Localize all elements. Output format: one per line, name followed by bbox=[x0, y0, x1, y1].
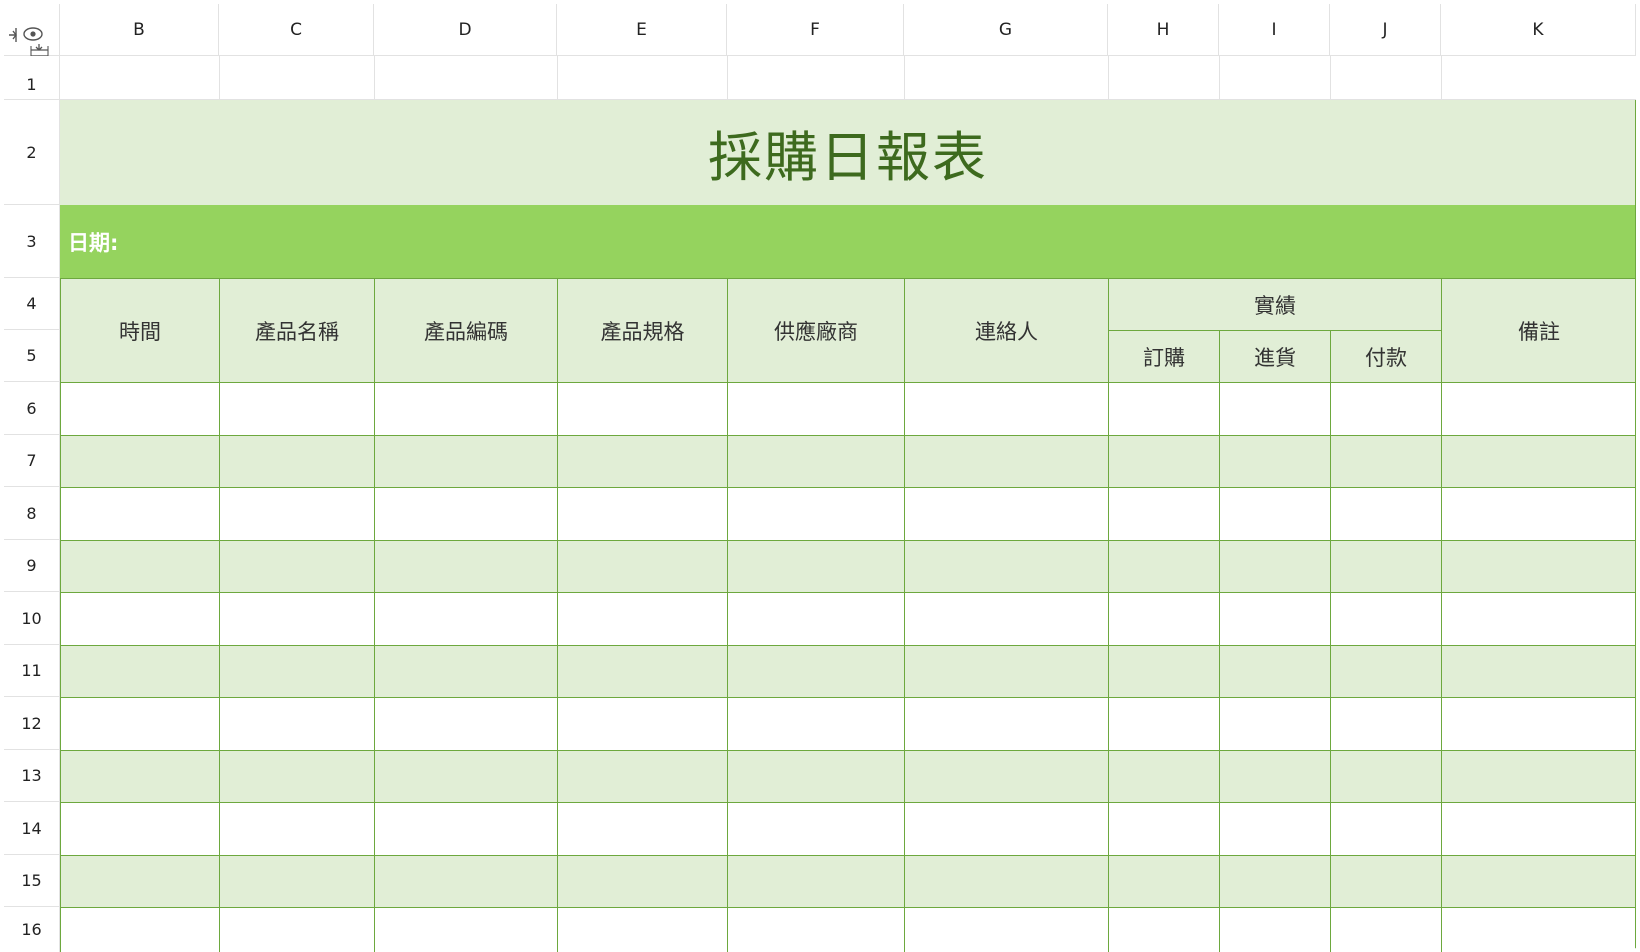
data-row-7[interactable] bbox=[60, 435, 1636, 487]
spreadsheet-frame: B C D E F G H I J K 1 2 3 4 5 6 7 8 9 10… bbox=[0, 0, 1640, 952]
data-row-9[interactable] bbox=[60, 540, 1636, 592]
row-divider bbox=[60, 855, 1636, 856]
row-header-4[interactable]: 4 bbox=[4, 278, 60, 330]
date-label[interactable]: 日期: bbox=[60, 205, 1636, 278]
data-row-8[interactable] bbox=[60, 487, 1636, 540]
column-divider bbox=[1635, 100, 1636, 952]
grid-divider bbox=[219, 56, 220, 100]
row-header-2[interactable]: 2 bbox=[4, 100, 60, 205]
header-supplier[interactable]: 供應廠商 bbox=[727, 278, 905, 383]
header-product-code[interactable]: 產品編碼 bbox=[374, 278, 558, 383]
row-header-10[interactable]: 10 bbox=[4, 592, 60, 645]
grid-divider bbox=[374, 56, 375, 100]
header-product-name[interactable]: 產品名稱 bbox=[219, 278, 375, 383]
header-order[interactable]: 訂購 bbox=[1108, 330, 1220, 383]
row-divider bbox=[60, 750, 1636, 751]
grid-divider bbox=[1330, 56, 1331, 100]
row-header-1[interactable]: 1 bbox=[4, 56, 60, 100]
column-header-j[interactable]: J bbox=[1330, 4, 1441, 56]
grid-divider bbox=[557, 56, 558, 100]
column-divider bbox=[904, 382, 905, 952]
column-header-b[interactable]: B bbox=[60, 4, 219, 56]
header-contact[interactable]: 連絡人 bbox=[904, 278, 1109, 383]
column-header-h[interactable]: H bbox=[1108, 4, 1219, 56]
data-row-10[interactable] bbox=[60, 592, 1636, 645]
column-divider bbox=[219, 382, 220, 952]
column-divider bbox=[1108, 382, 1109, 952]
header-performance[interactable]: 實績 bbox=[1108, 278, 1442, 331]
grid-divider bbox=[1219, 56, 1220, 100]
header-time[interactable]: 時間 bbox=[60, 278, 220, 383]
grid-divider bbox=[904, 56, 905, 100]
row-header-15[interactable]: 15 bbox=[4, 855, 60, 907]
header-payment[interactable]: 付款 bbox=[1330, 330, 1442, 383]
sheet-title[interactable]: 採購日報表 bbox=[60, 100, 1636, 205]
row-header-5[interactable]: 5 bbox=[4, 330, 60, 382]
row-divider bbox=[60, 540, 1636, 541]
row-divider bbox=[60, 382, 1636, 383]
row-header-3[interactable]: 3 bbox=[4, 205, 60, 278]
header-remarks[interactable]: 備註 bbox=[1441, 278, 1636, 383]
data-row-6[interactable] bbox=[60, 382, 1636, 435]
row-header-13[interactable]: 13 bbox=[4, 750, 60, 802]
row-number: 1 bbox=[26, 75, 37, 94]
data-row-15[interactable] bbox=[60, 855, 1636, 907]
column-header-d[interactable]: D bbox=[374, 4, 557, 56]
data-row-11[interactable] bbox=[60, 645, 1636, 697]
column-header-c[interactable]: C bbox=[219, 4, 374, 56]
column-header-f[interactable]: F bbox=[727, 4, 904, 56]
row-header-14[interactable]: 14 bbox=[4, 802, 60, 855]
row-header-8[interactable]: 8 bbox=[4, 487, 60, 540]
column-divider bbox=[1219, 382, 1220, 952]
data-row-14[interactable] bbox=[60, 802, 1636, 855]
row-header-11[interactable]: 11 bbox=[4, 645, 60, 697]
corner-cell[interactable] bbox=[4, 4, 60, 62]
data-row-13[interactable] bbox=[60, 750, 1636, 802]
column-divider bbox=[1330, 382, 1331, 952]
row-divider bbox=[60, 487, 1636, 488]
column-divider bbox=[374, 382, 375, 952]
column-divider bbox=[1441, 382, 1442, 952]
row-divider bbox=[60, 435, 1636, 436]
column-header-i[interactable]: I bbox=[1219, 4, 1330, 56]
row-header-6[interactable]: 6 bbox=[4, 382, 60, 435]
row-divider bbox=[60, 907, 1636, 908]
column-header-g[interactable]: G bbox=[904, 4, 1108, 56]
row-header-16[interactable]: 16 bbox=[4, 907, 60, 952]
column-header-k[interactable]: K bbox=[1441, 4, 1636, 56]
row-divider bbox=[60, 592, 1636, 593]
header-product-spec[interactable]: 產品規格 bbox=[557, 278, 728, 383]
row-header-9[interactable]: 9 bbox=[4, 540, 60, 592]
grid-divider bbox=[1441, 56, 1442, 100]
data-row-16[interactable] bbox=[60, 907, 1636, 952]
column-divider bbox=[557, 382, 558, 952]
row-divider bbox=[60, 802, 1636, 803]
column-header-e[interactable]: E bbox=[557, 4, 727, 56]
row-divider bbox=[60, 645, 1636, 646]
row-divider bbox=[60, 697, 1636, 698]
row-1-cells[interactable] bbox=[60, 56, 1636, 100]
row-header-12[interactable]: 12 bbox=[4, 697, 60, 750]
column-divider bbox=[727, 382, 728, 952]
grid-divider bbox=[727, 56, 728, 100]
row-header-7[interactable]: 7 bbox=[4, 435, 60, 487]
grid-divider bbox=[1108, 56, 1109, 100]
header-receive[interactable]: 進貨 bbox=[1219, 330, 1331, 383]
column-divider bbox=[60, 382, 61, 952]
data-row-12[interactable] bbox=[60, 697, 1636, 750]
